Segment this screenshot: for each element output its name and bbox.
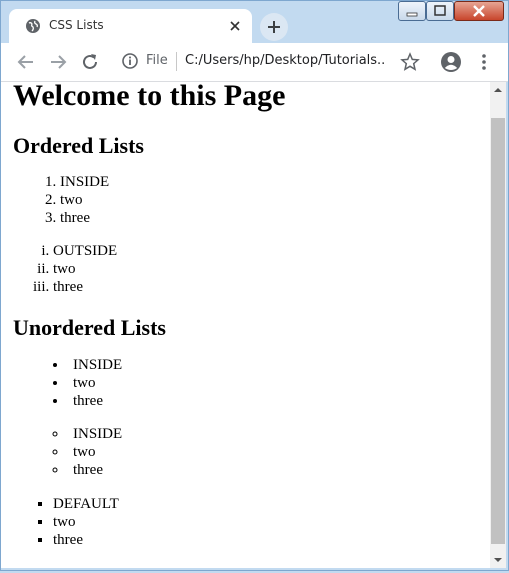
unordered-lists-heading: Unordered Lists xyxy=(13,315,166,340)
ordered-lists-heading: Ordered Lists xyxy=(13,133,144,158)
list-item: INSIDE xyxy=(45,173,490,191)
minimize-icon xyxy=(406,12,418,17)
tab-strip: CSS Lists xyxy=(1,1,508,43)
browser-tab[interactable]: CSS Lists xyxy=(9,9,252,43)
list-item: three xyxy=(53,531,490,549)
minimize-button[interactable] xyxy=(398,1,426,21)
list-item: two xyxy=(53,260,490,278)
globe-icon xyxy=(25,18,41,34)
reload-icon[interactable] xyxy=(79,51,101,73)
scrollbar-thumb[interactable] xyxy=(491,118,505,544)
list-item: two xyxy=(53,374,490,392)
page-title: Welcome to this Page xyxy=(13,82,286,112)
browser-toolbar: File C:/Users/hp/Desktop/Tutorials... xyxy=(1,43,508,82)
more-vertical-icon[interactable] xyxy=(473,51,495,73)
plus-icon xyxy=(268,21,280,33)
maximize-button[interactable] xyxy=(426,1,454,21)
address-divider xyxy=(176,52,177,71)
star-icon[interactable] xyxy=(399,51,421,73)
list-item: three xyxy=(45,209,490,227)
page-viewport: Welcome to this Page Ordered Lists INSID… xyxy=(1,82,490,568)
list-item: two xyxy=(53,443,490,461)
close-icon[interactable] xyxy=(226,17,244,35)
back-arrow-icon[interactable] xyxy=(15,51,37,73)
list-item: two xyxy=(45,191,490,209)
info-icon[interactable] xyxy=(121,52,139,70)
list-item: DEFAULT xyxy=(53,495,490,513)
vertical-scrollbar[interactable] xyxy=(490,82,506,568)
address-scheme: File xyxy=(146,53,168,68)
list-item: OUTSIDE xyxy=(53,242,490,260)
address-bar[interactable]: C:/Users/hp/Desktop/Tutorials... xyxy=(185,53,385,68)
list-item: three xyxy=(53,278,490,296)
window-close-button[interactable] xyxy=(454,1,504,21)
close-icon xyxy=(473,5,485,17)
forward-arrow-icon[interactable] xyxy=(47,51,69,73)
new-tab-button[interactable] xyxy=(260,13,288,41)
scroll-up-icon[interactable] xyxy=(490,82,506,98)
unordered-list-circle: INSIDE two three xyxy=(13,425,490,479)
list-item: INSIDE xyxy=(53,425,490,443)
scroll-down-icon[interactable] xyxy=(490,552,506,568)
list-item: three xyxy=(53,461,490,479)
unordered-list-disc: INSIDE two three xyxy=(13,356,490,410)
page-content: Welcome to this Page Ordered Lists INSID… xyxy=(1,82,490,549)
ordered-list-inside: INSIDE two three xyxy=(13,173,490,227)
list-item: two xyxy=(53,513,490,531)
list-item: three xyxy=(53,392,490,410)
list-item: INSIDE xyxy=(53,356,490,374)
unordered-list-square: DEFAULT two three xyxy=(13,495,490,549)
browser-window: CSS Lists File C:/Users/hp/Desktop/Tutor… xyxy=(0,0,509,571)
tab-title: CSS Lists xyxy=(49,18,104,32)
maximize-icon xyxy=(434,5,446,16)
ordered-list-outside: OUTSIDE two three xyxy=(13,242,490,296)
account-icon[interactable] xyxy=(440,51,462,73)
